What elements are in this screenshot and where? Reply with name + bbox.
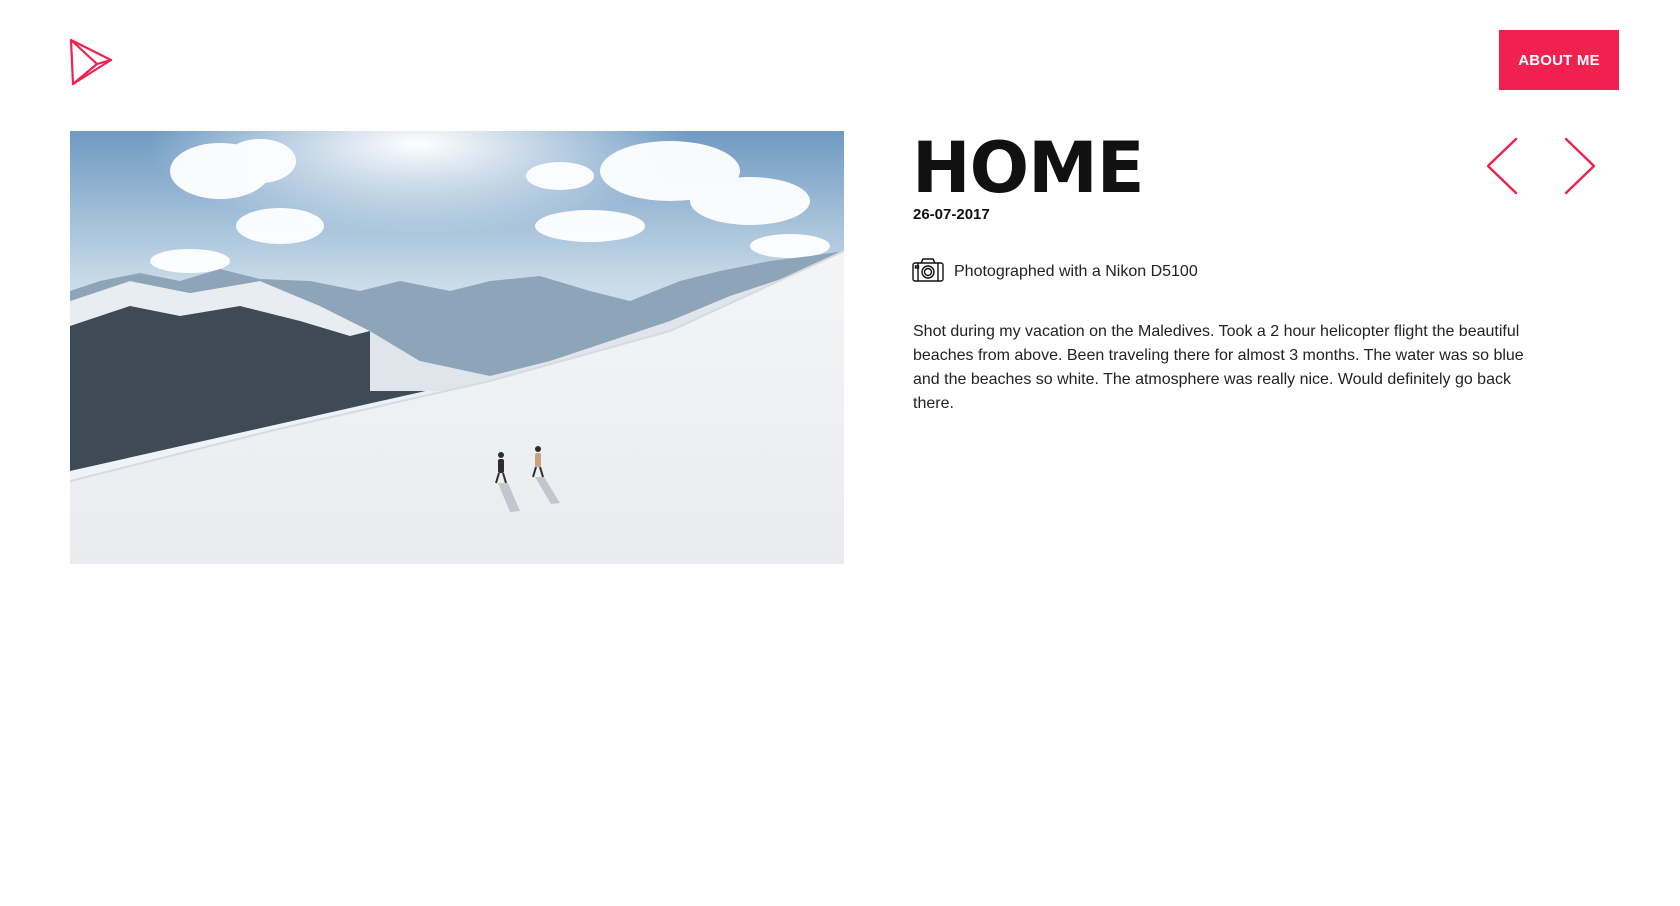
camera-info: Photographed with a Nikon D5100 bbox=[912, 257, 1198, 287]
post-date: 26-07-2017 bbox=[913, 206, 990, 223]
post-title: HOME bbox=[912, 127, 1145, 209]
post-description: Shot during my vacation on the Maledives… bbox=[913, 323, 1524, 412]
camera-icon bbox=[912, 257, 954, 287]
about-me-button[interactable]: ABOUT ME bbox=[1499, 30, 1619, 90]
previous-button[interactable] bbox=[1484, 137, 1520, 195]
page: ABOUT ME HOME 26-07-2017 Photographed wi… bbox=[0, 0, 1680, 906]
logo-icon[interactable] bbox=[69, 38, 113, 86]
next-button[interactable] bbox=[1562, 137, 1598, 195]
chevron-left-icon bbox=[1486, 137, 1518, 195]
camera-text: Photographed with a Nikon D5100 bbox=[954, 263, 1198, 280]
chevron-right-icon bbox=[1564, 137, 1596, 195]
post-photo bbox=[70, 131, 844, 564]
